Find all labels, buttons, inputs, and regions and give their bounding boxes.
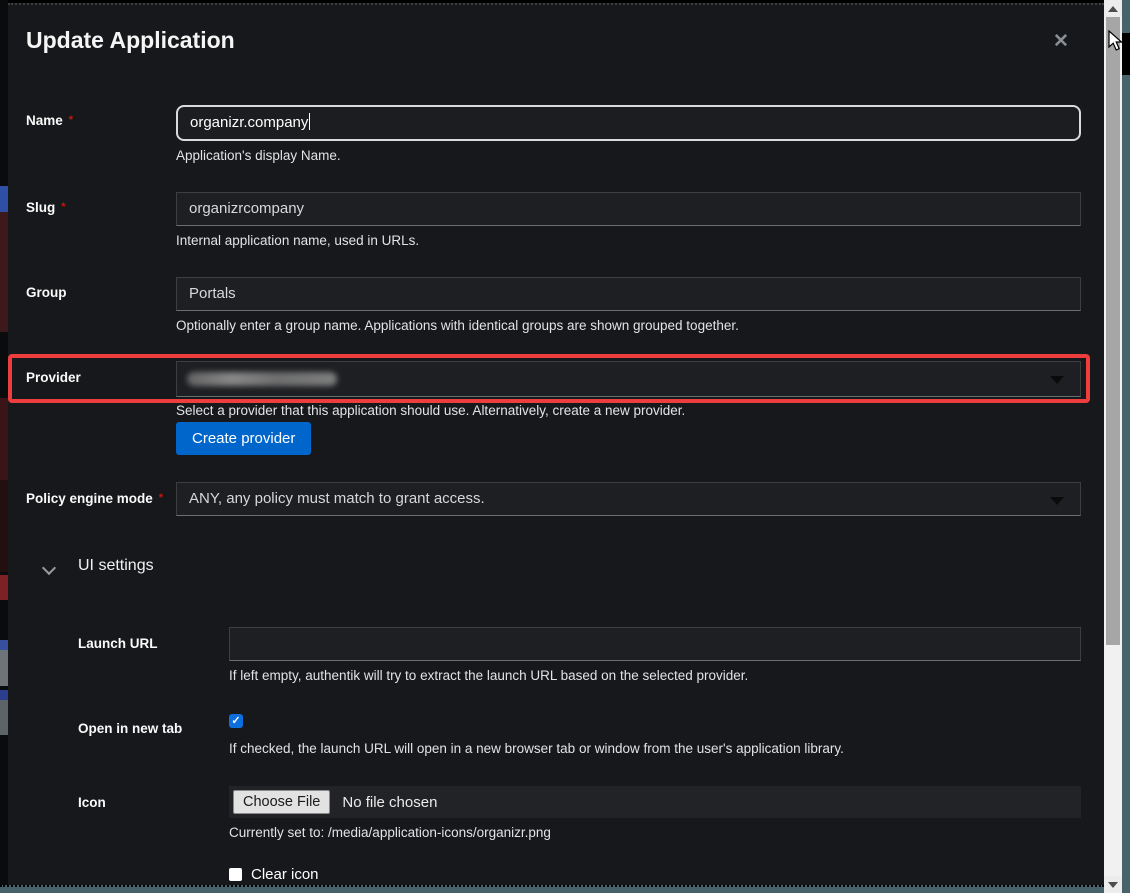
text-caret bbox=[309, 113, 310, 130]
required-asterisk: * bbox=[61, 201, 65, 213]
name-help: Application's display Name. bbox=[176, 148, 341, 163]
group-help: Optionally enter a group name. Applicati… bbox=[176, 318, 739, 333]
policy-selected-value: ANY, any policy must match to grant acce… bbox=[189, 490, 485, 507]
open-in-new-tab-checkbox[interactable]: ✓ bbox=[229, 714, 243, 728]
backdrop-bottom-strip bbox=[0, 885, 1104, 893]
ui-settings-title: UI settings bbox=[78, 557, 154, 575]
backdrop-fragment bbox=[0, 398, 8, 480]
group-input[interactable]: Portals bbox=[176, 277, 1081, 311]
icon-label: Icon bbox=[78, 795, 106, 810]
slug-label: Slug * bbox=[26, 200, 66, 215]
dialog-title: Update Application bbox=[26, 27, 235, 54]
provider-value-redacted bbox=[187, 372, 337, 386]
open-in-new-tab-help: If checked, the launch URL will open in … bbox=[229, 741, 844, 756]
backdrop-fragment bbox=[0, 212, 8, 332]
mouse-cursor-icon bbox=[1108, 30, 1124, 52]
ui-settings-section-toggle[interactable]: UI settings bbox=[44, 557, 154, 575]
clear-icon-label: Clear icon bbox=[251, 866, 319, 883]
backdrop-fragment bbox=[0, 186, 8, 212]
group-label: Group bbox=[26, 285, 67, 300]
required-asterisk: * bbox=[159, 492, 163, 504]
slug-input[interactable]: organizrcompany bbox=[176, 192, 1081, 226]
launch-url-input[interactable] bbox=[229, 627, 1081, 661]
create-provider-button[interactable]: Create provider bbox=[176, 422, 311, 455]
update-application-dialog: Update Application ✕ Name * organizr.comp… bbox=[8, 3, 1104, 885]
backdrop-fragment bbox=[0, 640, 8, 650]
file-status-text: No file chosen bbox=[342, 794, 437, 811]
chevron-down-icon bbox=[44, 561, 56, 573]
close-icon[interactable]: ✕ bbox=[1053, 30, 1069, 53]
choose-file-button[interactable]: Choose File bbox=[233, 790, 330, 814]
launch-url-help: If left empty, authentik will try to ext… bbox=[229, 668, 748, 683]
backdrop-fragment bbox=[0, 480, 8, 572]
provider-select[interactable] bbox=[176, 361, 1081, 397]
clear-icon-checkbox[interactable] bbox=[229, 868, 242, 881]
name-label: Name * bbox=[26, 113, 73, 128]
policy-engine-mode-select[interactable]: ANY, any policy must match to grant acce… bbox=[176, 482, 1081, 516]
launch-url-label: Launch URL bbox=[78, 636, 158, 651]
backdrop-fragment bbox=[0, 575, 8, 600]
backdrop-left-strip bbox=[0, 0, 8, 893]
slug-input-value: organizrcompany bbox=[189, 200, 304, 217]
icon-current-help: Currently set to: /media/application-ico… bbox=[229, 825, 551, 840]
scroll-down-button[interactable] bbox=[1104, 876, 1122, 893]
policy-engine-mode-label: Policy engine mode * bbox=[26, 491, 163, 506]
scrollbar-thumb[interactable] bbox=[1106, 17, 1120, 645]
backdrop-fragment bbox=[0, 650, 8, 686]
backdrop-right-strip bbox=[1122, 0, 1130, 893]
name-input[interactable]: organizr.company bbox=[176, 105, 1081, 141]
scroll-up-button[interactable] bbox=[1104, 0, 1122, 17]
icon-file-input[interactable]: Choose File No file chosen bbox=[229, 786, 1081, 818]
vertical-scrollbar[interactable] bbox=[1104, 0, 1122, 893]
chevron-down-icon bbox=[1050, 376, 1064, 384]
name-label-text: Name bbox=[26, 113, 63, 128]
slug-help: Internal application name, used in URLs. bbox=[176, 233, 419, 248]
provider-help: Select a provider that this application … bbox=[176, 403, 685, 418]
scroll-up-icon bbox=[1108, 6, 1118, 12]
backdrop-fragment bbox=[0, 690, 8, 700]
chevron-down-icon bbox=[1050, 497, 1064, 505]
backdrop-fragment bbox=[0, 700, 8, 735]
required-asterisk: * bbox=[69, 114, 73, 126]
policy-label-text: Policy engine mode bbox=[26, 491, 153, 506]
slug-label-text: Slug bbox=[26, 200, 55, 215]
open-in-new-tab-label: Open in new tab bbox=[78, 721, 182, 736]
name-input-value: organizr.company bbox=[190, 114, 308, 131]
scroll-down-icon bbox=[1108, 882, 1118, 888]
group-input-value: Portals bbox=[189, 285, 236, 302]
provider-label: Provider bbox=[26, 370, 81, 385]
